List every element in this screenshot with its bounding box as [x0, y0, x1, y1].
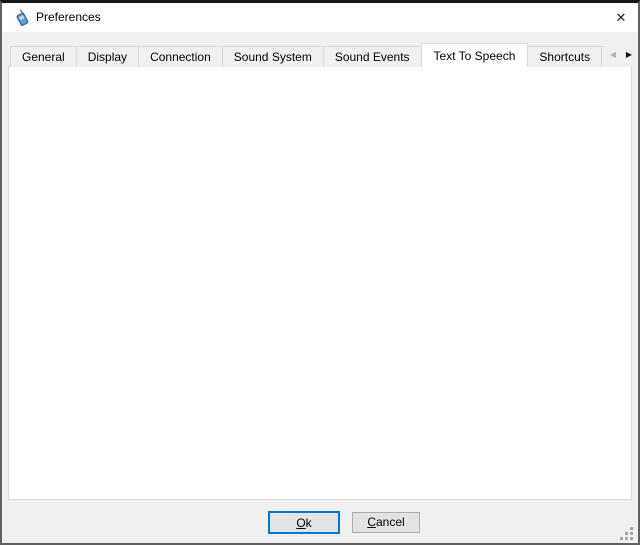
tab-general[interactable]: General — [10, 46, 77, 67]
tab-shortcuts[interactable]: Shortcuts — [527, 46, 602, 67]
tab-bar: General Display Connection Sound System … — [10, 42, 638, 67]
titlebar[interactable]: Preferences ✕ — [2, 3, 638, 32]
tab-scroll-left-icon[interactable]: ◀ — [605, 44, 621, 66]
tab-sound-system[interactable]: Sound System — [222, 46, 324, 67]
preferences-dialog: { "window": { "title": "Preferences", "c… — [0, 0, 640, 545]
tab-connection[interactable]: Connection — [138, 46, 223, 67]
close-icon[interactable]: ✕ — [606, 5, 636, 31]
tab-text-to-speech[interactable]: Text To Speech — [421, 43, 529, 67]
tab-scroll-right-icon[interactable]: ▶ — [621, 44, 637, 66]
tab-page — [8, 66, 632, 500]
tab-scroll-buttons: ◀ ▶ — [605, 44, 638, 66]
ok-button[interactable]: Ok — [268, 511, 340, 534]
tab-sound-events[interactable]: Sound Events — [323, 46, 422, 67]
cancel-button[interactable]: Cancel — [352, 512, 420, 533]
resize-grip-icon[interactable] — [620, 527, 623, 530]
teamtalk-logo-icon — [12, 8, 32, 28]
window-title: Preferences — [36, 10, 101, 24]
tab-display[interactable]: Display — [76, 46, 139, 67]
